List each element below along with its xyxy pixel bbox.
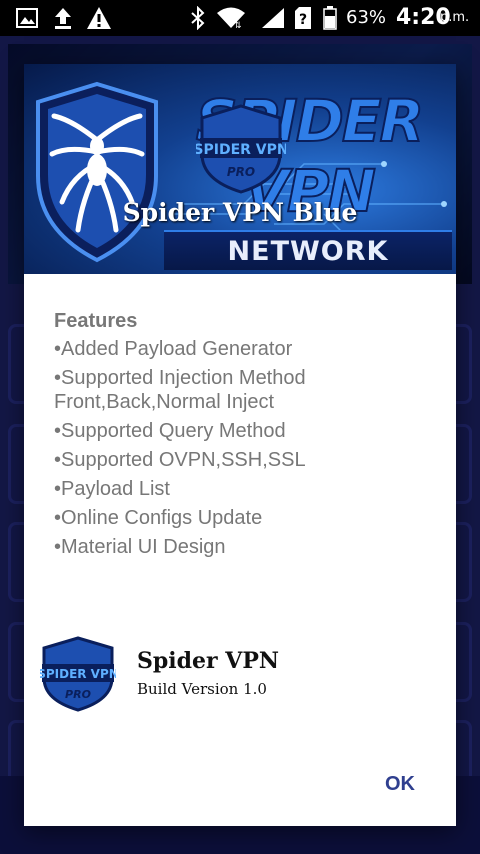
svg-text:SPIDER VPN: SPIDER VPN — [196, 142, 286, 158]
banner-brand-subtitle: NETWORK SOLUTIONS — [164, 230, 452, 270]
svg-text:?: ? — [299, 12, 307, 28]
svg-text:PRO: PRO — [65, 688, 91, 701]
about-dialog: SPIDER VPN SPIDER VPN PRO Spider VPN Blu… — [24, 64, 456, 826]
svg-text:SPIDER VPN: SPIDER VPN — [40, 667, 116, 681]
sim-unknown-icon: ? — [292, 0, 314, 36]
spider-shield-logo — [36, 81, 158, 263]
ok-button[interactable]: OK — [360, 764, 440, 804]
svg-text:PRO: PRO — [227, 165, 255, 179]
warning-icon — [84, 0, 114, 36]
battery-icon — [320, 0, 340, 36]
feature-item: •Material UI Design — [54, 536, 226, 558]
upload-icon — [50, 0, 76, 36]
about-app-row: SPIDER VPN PRO Spider VPN Build Version … — [40, 636, 440, 712]
svg-text:⇅: ⇅ — [234, 21, 242, 30]
feature-item: •Supported OVPN,SSH,SSL — [54, 449, 306, 471]
banner-caption: Spider VPN Blue — [122, 198, 358, 227]
dialog-banner: SPIDER VPN SPIDER VPN PRO Spider VPN Blu… — [24, 64, 456, 274]
app-name: Spider VPN — [137, 648, 279, 674]
clock-ampm: p.m. — [440, 10, 470, 25]
feature-item: •Payload List — [54, 478, 170, 500]
status-bar: ⇅ ? 63% 4:20 p.m. — [0, 0, 480, 36]
app-logo-icon: SPIDER VPN PRO — [40, 636, 116, 712]
feature-item: •Online Configs Update — [54, 507, 263, 529]
feature-item: •Supported Query Method — [54, 420, 286, 442]
battery-percent: 63% — [346, 7, 387, 28]
signal-icon — [258, 0, 288, 36]
features-section: Features •Added Payload Generator •Suppo… — [54, 308, 434, 564]
bluetooth-icon — [186, 0, 210, 36]
spider-vpn-pro-badge: SPIDER VPN PRO — [196, 104, 286, 194]
feature-item: •Supported Injection Method Front,Back,N… — [54, 367, 306, 413]
features-title: Features — [54, 310, 138, 332]
build-version: Build Version 1.0 — [137, 680, 267, 698]
wifi-icon: ⇅ — [214, 0, 248, 36]
gallery-icon — [14, 0, 40, 36]
feature-item: •Added Payload Generator — [54, 338, 293, 360]
